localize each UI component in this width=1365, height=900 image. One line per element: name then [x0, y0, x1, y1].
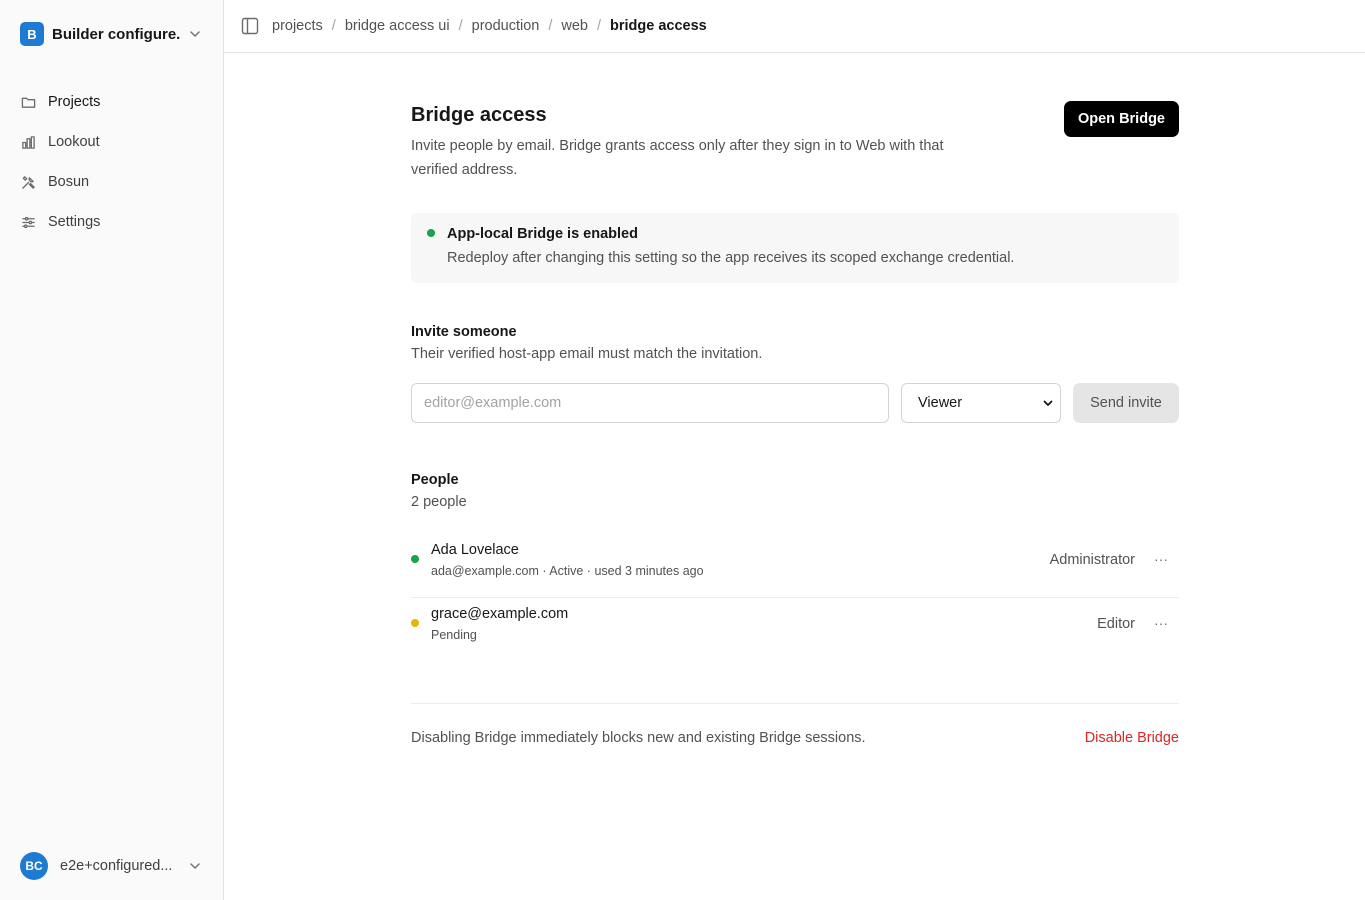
- sliders-icon: [20, 214, 36, 230]
- danger-zone: Disabling Bridge immediately blocks new …: [411, 703, 1179, 763]
- status-dot: [411, 619, 419, 627]
- more-options-icon[interactable]: ···: [1153, 549, 1169, 569]
- status-title: App-local Bridge is enabled: [447, 226, 638, 242]
- breadcrumb-separator: /: [548, 18, 553, 34]
- breadcrumb: projects / bridge access ui / production…: [272, 18, 707, 34]
- breadcrumb-separator: /: [596, 18, 602, 34]
- person-meta: ada@example.com · Active · used 3 minute…: [431, 564, 704, 578]
- user-name: e2e+configured...: [60, 858, 173, 874]
- status-dot: [427, 229, 435, 237]
- sidebar-item-label: Bosun: [48, 174, 90, 190]
- folder-icon: [20, 94, 36, 110]
- sidebar-item-label: Projects: [48, 94, 101, 110]
- people-count: 2 people: [411, 494, 467, 510]
- invite-form: Viewer Send invite: [411, 383, 1179, 423]
- sidebar-item-label: Lookout: [48, 134, 100, 150]
- sidebar-nav: Projects Lookout Bosun Settings: [12, 86, 212, 246]
- breadcrumb-projects[interactable]: projects: [272, 18, 323, 34]
- sidebar-item-lookout[interactable]: Lookout: [12, 126, 212, 158]
- person-role[interactable]: Administrator: [1050, 552, 1135, 568]
- status-dot: [411, 555, 419, 563]
- list-item: grace@example.com Pending Editor ···: [411, 598, 1179, 662]
- person-meta: Pending: [431, 628, 477, 642]
- breadcrumb-current: bridge access: [610, 18, 707, 34]
- sidebar-item-settings[interactable]: Settings: [12, 206, 212, 238]
- people-section: People 2 people Ada Lovelace ada@example…: [411, 472, 1179, 642]
- invite-subtitle: Their verified host-app email must match…: [411, 346, 763, 362]
- chevron-down-icon: [1043, 400, 1053, 406]
- invite-section: Invite someone Their verified host-app e…: [411, 324, 1179, 423]
- page-header: Bridge access Invite people by email. Br…: [411, 100, 1179, 180]
- people-title: People: [411, 472, 459, 488]
- list-item: Ada Lovelace ada@example.com · Active · …: [411, 534, 1179, 598]
- sidebar-item-projects[interactable]: Projects: [12, 86, 212, 118]
- org-badge: B: [20, 22, 44, 46]
- role-select-value: Viewer: [918, 395, 963, 411]
- bar-chart-icon: [20, 134, 36, 150]
- breadcrumb-separator: /: [331, 18, 336, 34]
- tools-icon: [20, 174, 36, 190]
- org-name: Builder configure...: [52, 25, 180, 43]
- org-switcher[interactable]: B Builder configure...: [12, 18, 212, 50]
- breadcrumb-separator: /: [458, 18, 463, 34]
- email-field[interactable]: [411, 383, 889, 423]
- status-description: Redeploy after changing this setting so …: [447, 250, 1015, 266]
- breadcrumb-environment[interactable]: production: [472, 18, 540, 34]
- person-name: grace@example.com: [431, 606, 569, 622]
- status-banner: App-local Bridge is enabled Redeploy aft…: [411, 213, 1179, 283]
- danger-description: Disabling Bridge immediately blocks new …: [411, 730, 866, 746]
- sidebar-item-bosun[interactable]: Bosun: [12, 166, 212, 198]
- breadcrumb-app[interactable]: web: [561, 18, 588, 34]
- more-options-icon[interactable]: ···: [1153, 613, 1169, 633]
- open-bridge-button[interactable]: Open Bridge: [1063, 101, 1179, 137]
- invite-title: Invite someone: [411, 324, 517, 340]
- chevron-down-icon: [190, 31, 200, 37]
- person-name: Ada Lovelace: [431, 542, 519, 558]
- chevron-down-icon: [190, 863, 200, 869]
- topbar: projects / bridge access ui / production…: [224, 0, 1365, 53]
- sidebar: B Builder configure... Projects Lookout …: [0, 0, 224, 900]
- person-role[interactable]: Editor: [1097, 616, 1135, 632]
- sidebar-toggle-icon[interactable]: [240, 16, 260, 36]
- avatar: BC: [20, 852, 48, 880]
- send-invite-button[interactable]: Send invite: [1073, 383, 1179, 423]
- disable-bridge-button[interactable]: Disable Bridge: [1085, 730, 1179, 746]
- breadcrumb-project[interactable]: bridge access ui: [345, 18, 450, 34]
- sidebar-item-label: Settings: [48, 214, 101, 230]
- role-select[interactable]: Viewer: [901, 383, 1061, 423]
- user-switcher[interactable]: BC e2e+configured...: [12, 850, 212, 882]
- main-content: Bridge access Invite people by email. Br…: [411, 100, 1179, 746]
- page-description: Invite people by email. Bridge grants ac…: [411, 138, 944, 178]
